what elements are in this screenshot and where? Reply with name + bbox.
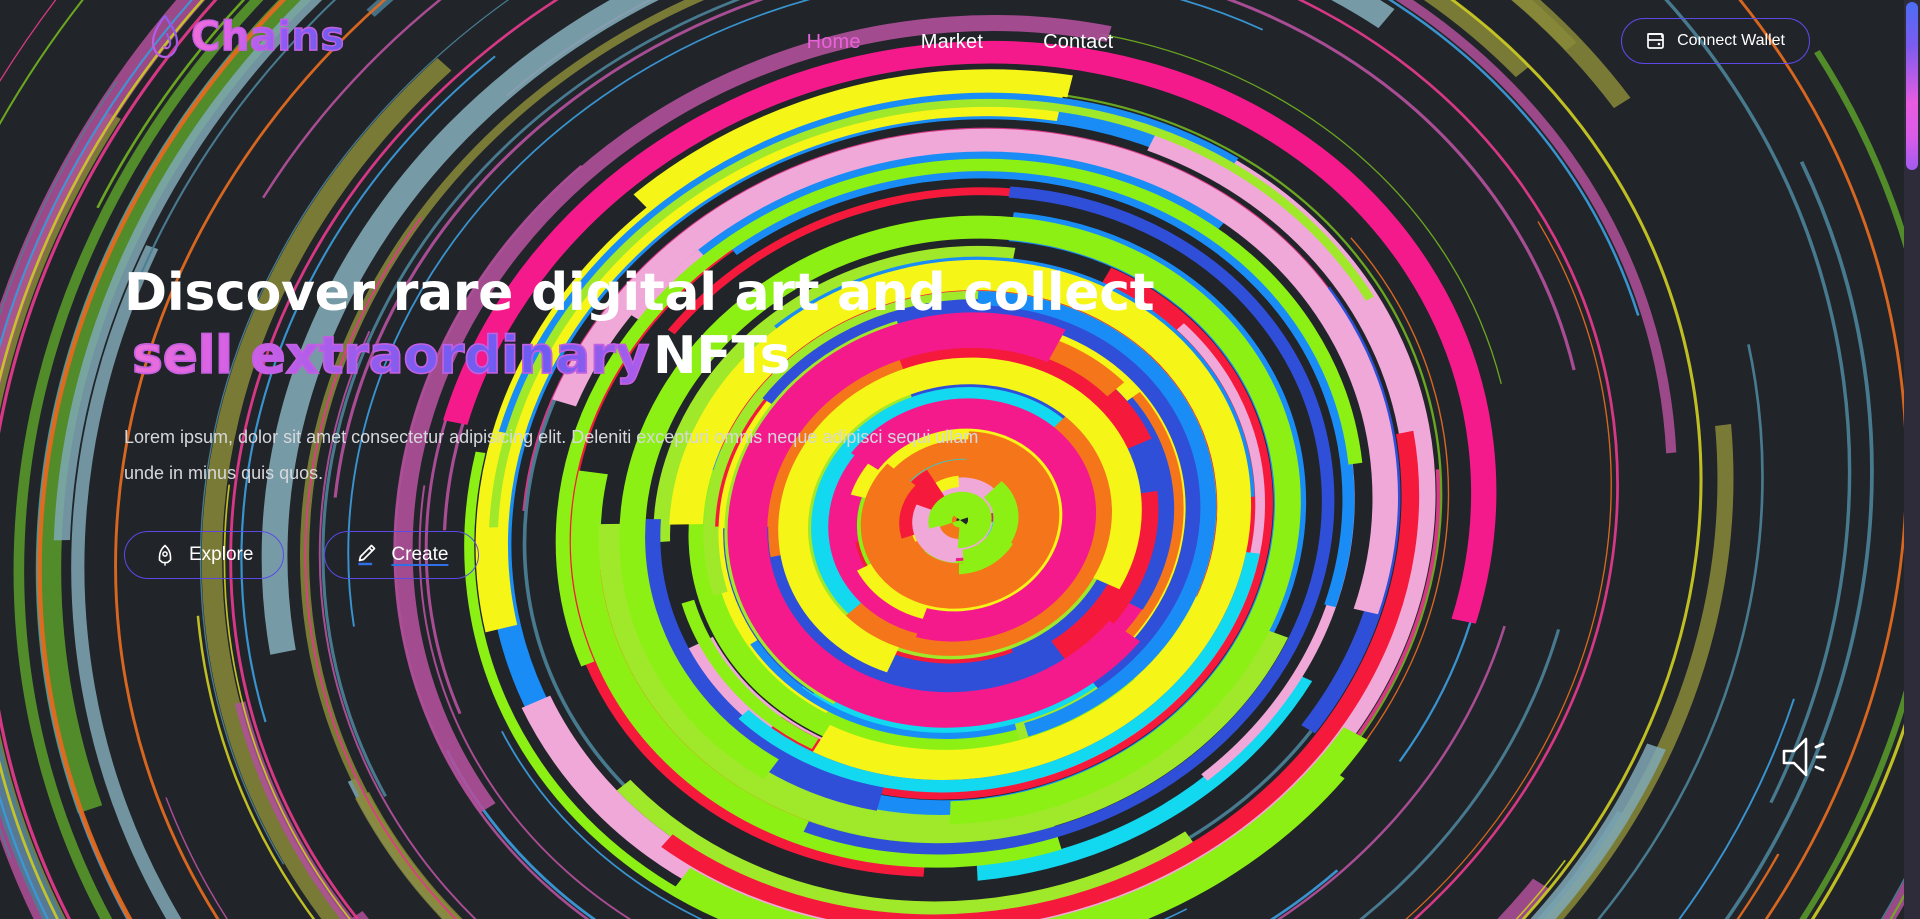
nav-item-market[interactable]: Market — [919, 27, 985, 58]
explore-button[interactable]: Explore — [124, 530, 285, 579]
hero-actions: Explore Create — [124, 530, 1124, 579]
hero-title-line-2: sell extraordinaryNFTs — [124, 323, 1124, 391]
connect-wallet-label: Connect Wallet — [1677, 32, 1785, 49]
volume-button[interactable] — [1780, 733, 1834, 781]
hero-description: Lorem ipsum, dolor sit amet consectetur … — [124, 426, 979, 483]
wallet-icon — [1646, 32, 1666, 50]
hero-title-line-1: Discover rare digital art and collect — [124, 263, 1155, 323]
create-label: Create — [391, 543, 449, 565]
pencil-icon — [355, 543, 377, 567]
explore-label: Explore — [189, 543, 254, 565]
connect-wallet-button[interactable]: Connect Wallet — [1621, 18, 1810, 64]
scrollbar-thumb[interactable] — [1906, 2, 1918, 170]
hero-section: Discover rare digital art and collect se… — [124, 263, 1155, 579]
create-button[interactable]: Create — [324, 530, 480, 579]
rocket-icon — [155, 544, 175, 566]
hero-title-rest: NFTs — [653, 326, 791, 387]
nav-item-home[interactable]: Home — [805, 27, 863, 58]
hero-title-highlight: sell extraordinary — [124, 325, 653, 387]
site-header: Chains Home Market Contact Connect Walle… — [0, 0, 1920, 84]
nav-item-contact[interactable]: Contact — [1041, 27, 1115, 58]
page-root: Chains Home Market Contact Connect Walle… — [0, 0, 1920, 919]
